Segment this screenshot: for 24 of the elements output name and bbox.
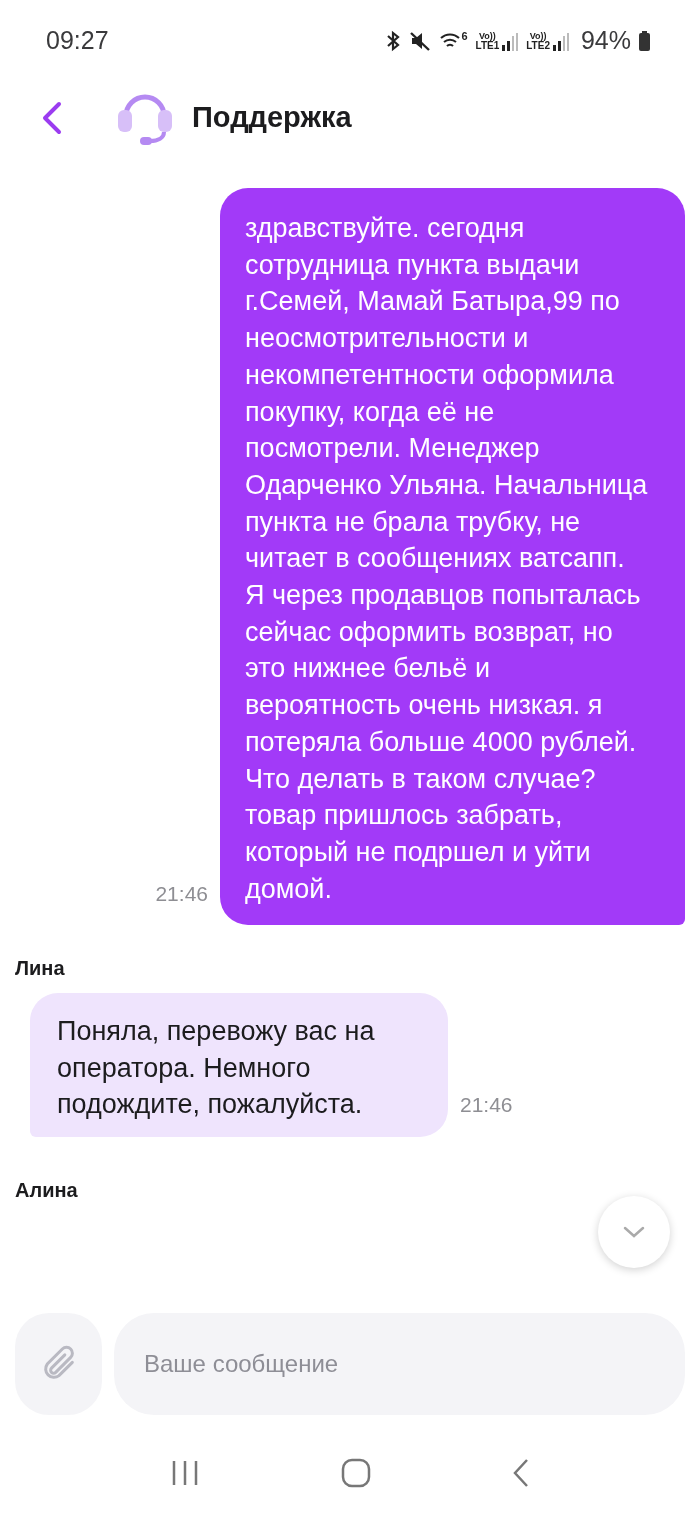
battery-icon: [639, 31, 650, 51]
status-time: 09:27: [46, 25, 109, 57]
back-icon: [42, 101, 62, 135]
home-icon[interactable]: [341, 1458, 371, 1488]
chat-title: Поддержка: [192, 100, 352, 136]
signal-icon: [502, 32, 519, 51]
signal-icon: [552, 32, 569, 51]
incoming-message: Поняла, перевожу вас на оператора. Немного подождите, пожалуйста.: [30, 993, 448, 1137]
muted-speaker-icon: [409, 30, 432, 52]
sender-name: Алина: [15, 1178, 78, 1201]
message-time: 21:46: [155, 880, 208, 907]
sender-name: Лина: [15, 956, 66, 982]
network-label: LTE2: [526, 40, 550, 51]
chevron-down-icon: [623, 1225, 645, 1239]
bluetooth-icon: [385, 30, 402, 52]
volte-label: Vo)): [478, 31, 496, 41]
back-nav-icon[interactable]: [511, 1458, 530, 1488]
message-time: 21:46: [460, 1092, 513, 1119]
outgoing-message: здравствуйте. сегодня сотрудница пункта выдачи г.Семей, Мамай Батыра,99 по неосмотрительности и некомпетентности оформила покупку, когда её не посмотрели. Менеджер Одарченко Ульяна. Начальница пункта не брала трубку, не читает в сообщениях ватсапп. Я через продавцов попыталась сейчас оформить возврат, но это нижнее бельё и вероятность очень низкая. я потеряла больше 4000 рублей. Что делать в таком случае? товар пришлось забрать, который не подршел и уйти домой.: [220, 188, 685, 926]
wifi-band-label: 6: [461, 31, 468, 42]
volte-label: Vo)): [529, 31, 547, 41]
battery-percent: 94%: [580, 25, 631, 57]
message-input[interactable]: Ваше сообщение: [114, 1313, 685, 1415]
network-label: LTE1: [475, 40, 500, 51]
